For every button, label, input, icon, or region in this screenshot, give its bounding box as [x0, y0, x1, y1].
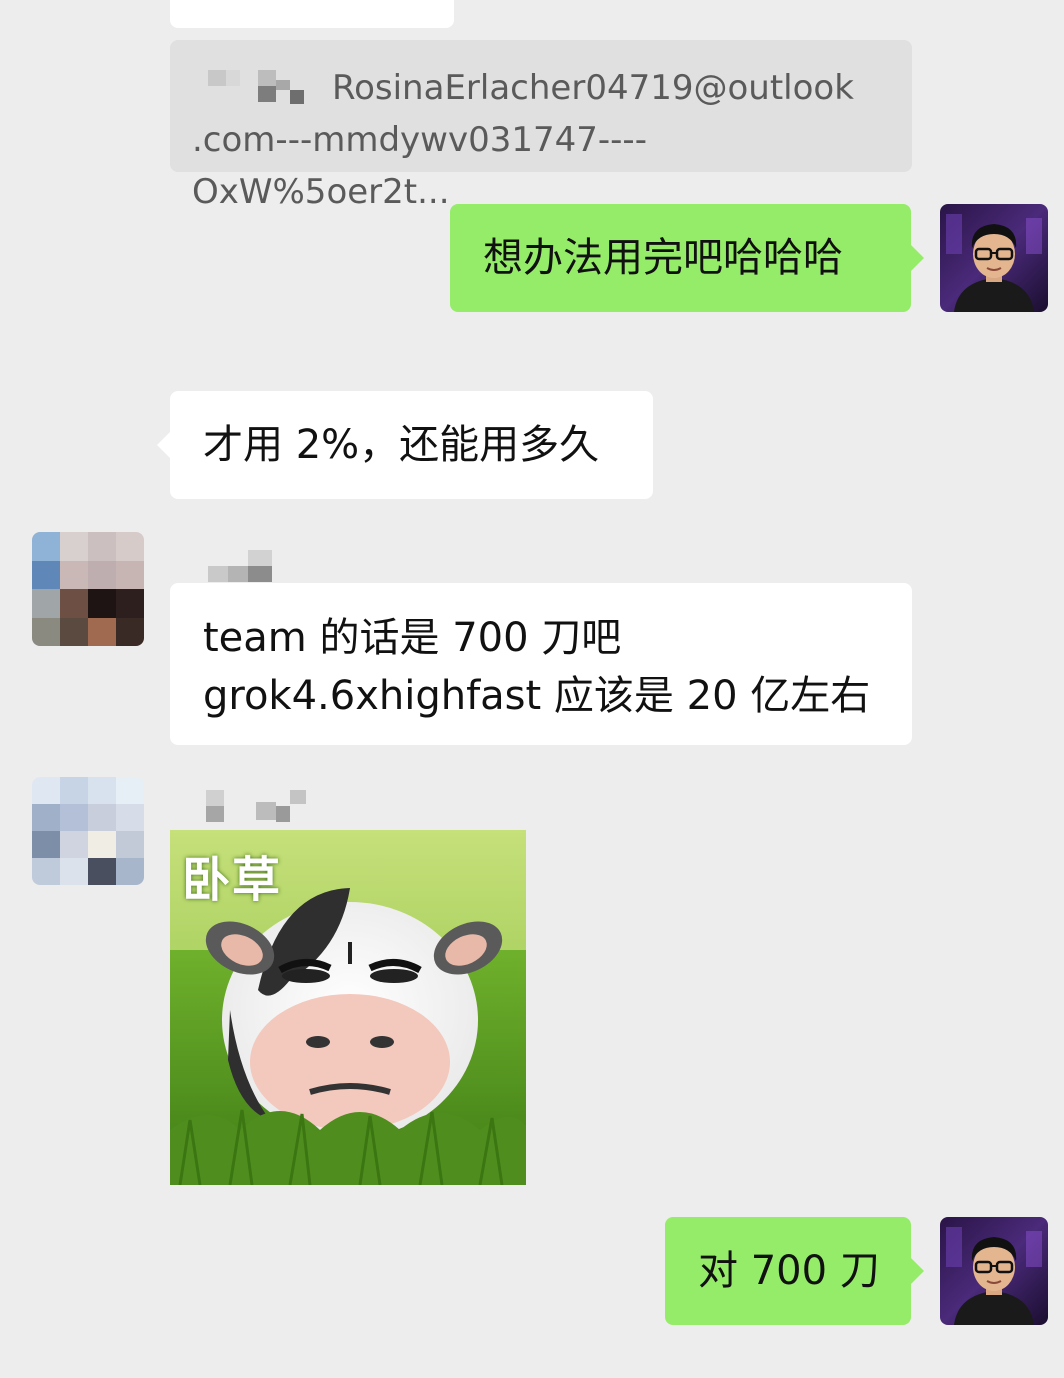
person-avatar-icon [940, 204, 1048, 312]
cow-sticker-image[interactable]: 卧草 [170, 830, 526, 1185]
message-bubble-sent[interactable]: 对 700 刀 [665, 1217, 911, 1325]
contact-avatar[interactable] [32, 777, 144, 885]
bubble-tail [157, 431, 171, 459]
blurred-sender-name [208, 550, 278, 584]
message-bubble-partial[interactable] [170, 0, 454, 28]
pixelated-avatar-image [32, 777, 144, 885]
my-avatar[interactable] [940, 1217, 1048, 1325]
bubble-tail [910, 244, 924, 272]
message-text: 对 700 刀 [698, 1248, 880, 1294]
message-text: 才用 2%，还能用多久 [203, 422, 600, 468]
message-bubble-received[interactable]: team 的话是 700 刀吧 grok4.6xhighfast 应该是 20 … [170, 583, 912, 745]
bubble-tail [910, 1257, 924, 1285]
my-avatar[interactable] [940, 204, 1048, 312]
message-text: 想办法用完吧哈哈哈 [483, 235, 843, 281]
quoted-message-bubble[interactable]: RosinaErlacher04719@outlook .com---mmdyw… [170, 40, 912, 212]
person-avatar-icon [940, 1217, 1048, 1325]
blurred-sender-name [206, 790, 306, 824]
contact-avatar[interactable] [32, 532, 144, 646]
quote-text-line-1: RosinaErlacher04719@outlook [332, 68, 854, 108]
pixelated-avatar-image [32, 532, 144, 646]
blurred-sender-name [192, 68, 304, 108]
message-bubble-received[interactable]: 才用 2%，还能用多久 [170, 391, 653, 499]
message-bubble-sent[interactable]: 想办法用完吧哈哈哈 [450, 204, 911, 312]
message-text-line-1: team 的话是 700 刀吧 [203, 615, 622, 661]
quote-line-1: RosinaErlacher04719@outlook [192, 62, 888, 114]
message-text-line-2: grok4.6xhighfast 应该是 20 亿左右 [203, 673, 871, 719]
sticker-caption: 卧草 [182, 852, 283, 908]
quote-text-line-2: .com---mmdywv031747----OxW%5oer2t... [192, 120, 647, 212]
